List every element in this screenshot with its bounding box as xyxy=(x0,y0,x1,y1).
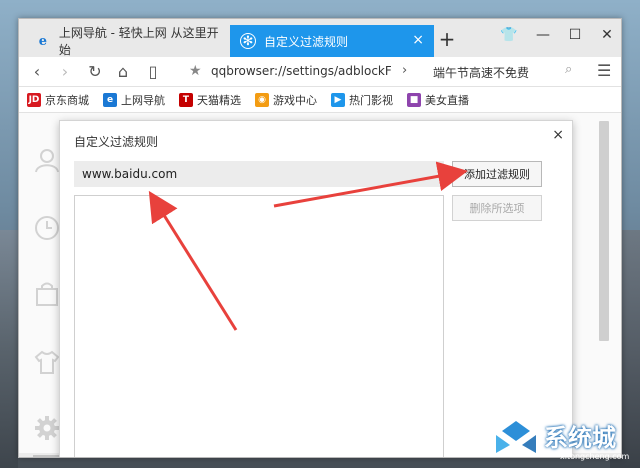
tab-label: 自定义过滤规则 xyxy=(264,34,349,49)
bookmark-item[interactable]: ■ 美女直播 xyxy=(407,92,469,108)
user-icon[interactable] xyxy=(33,147,61,175)
bookmark-label: 天猫精选 xyxy=(197,93,241,107)
bookmark-label: 京东商城 xyxy=(45,93,89,107)
bookmark-favicon-icon: e xyxy=(103,92,117,107)
bookmark-item[interactable]: JD 京东商城 xyxy=(27,92,89,108)
bookmark-favicon-icon: ■ xyxy=(407,92,421,107)
bookmark-item[interactable]: e 上网导航 xyxy=(103,92,165,108)
bookmark-label: 游戏中心 xyxy=(273,93,317,107)
address-bar: ‹ › ↻ ⌂ ▯ ★ qqbrowser://settings/adblock… xyxy=(19,57,621,87)
go-arrow-icon[interactable]: › xyxy=(402,63,407,78)
maximize-button[interactable]: ☐ xyxy=(565,27,585,43)
search-icon[interactable]: ⌕ xyxy=(565,62,572,77)
delete-selected-button[interactable]: 删除所选项 xyxy=(452,195,542,221)
skin-shirt-icon[interactable] xyxy=(33,349,61,377)
bookmark-item[interactable]: T 天猫精选 xyxy=(179,92,241,108)
url-field[interactable]: qqbrowser://settings/adblockFilters xyxy=(211,64,391,78)
bookmark-item[interactable]: ◉ 游戏中心 xyxy=(255,92,317,108)
bookmark-favicon-icon: ◉ xyxy=(255,92,269,107)
bookmark-favicon-icon: JD xyxy=(27,92,41,107)
watermark-text: 系统城 xyxy=(544,424,616,452)
search-suggestion[interactable]: 端午节高速不免费 xyxy=(433,64,543,81)
bookmark-item[interactable]: ▶ 热门影视 xyxy=(331,92,393,108)
ie-icon: e xyxy=(38,33,48,49)
xitongcheng-logo-icon xyxy=(496,420,536,453)
bookmark-label: 美女直播 xyxy=(425,93,469,107)
reader-mode-icon[interactable]: ▯ xyxy=(143,62,163,82)
bookmark-label: 热门影视 xyxy=(349,93,393,107)
vertical-scrollbar[interactable] xyxy=(599,121,609,341)
close-window-button[interactable]: ✕ xyxy=(597,27,617,43)
bookmarks-bar: JD 京东商城 e 上网导航 T 天猫精选 ◉ 游戏中心 ▶ 热门影视 ■ 美女直播 xyxy=(19,87,621,113)
add-filter-rule-button[interactable]: 添加过滤规则 xyxy=(452,161,542,187)
tab-custom-filter-rules[interactable]: ✻ 自定义过滤规则 × xyxy=(230,25,434,57)
tab-label: 上网导航 - 轻快上网 从这里开始 xyxy=(58,26,219,57)
filter-rules-list[interactable] xyxy=(74,195,444,457)
watermark: 系统城 xyxy=(490,418,616,453)
dialog-close-icon[interactable]: × xyxy=(552,127,564,143)
browser-window: e 上网导航 - 轻快上网 从这里开始 ✻ 自定义过滤规则 × + 👕 — ☐ … xyxy=(18,18,622,458)
bookmark-favicon-icon: T xyxy=(179,92,193,107)
bookmark-label: 上网导航 xyxy=(121,93,165,107)
settings-gear-icon[interactable] xyxy=(33,415,61,443)
menu-icon[interactable]: ☰ xyxy=(597,61,611,80)
back-button[interactable]: ‹ xyxy=(27,62,47,82)
watermark-url: xitongcheng.com xyxy=(560,452,630,461)
tab-close-icon[interactable]: × xyxy=(412,33,424,47)
settings-gear-icon: ✻ xyxy=(240,33,256,49)
dialog-title: 自定义过滤规则 xyxy=(74,135,159,149)
tab-strip: e 上网导航 - 轻快上网 从这里开始 ✻ 自定义过滤规则 × + 👕 — ☐ … xyxy=(19,19,621,57)
custom-filter-rules-dialog: 自定义过滤规则 × 添加过滤规则 删除所选项 xyxy=(59,120,573,457)
tab-navigation[interactable]: e 上网导航 - 轻快上网 从这里开始 xyxy=(25,25,229,57)
new-tab-button[interactable]: + xyxy=(437,29,457,49)
history-clock-icon[interactable] xyxy=(33,215,61,243)
bookmark-star-icon[interactable]: ★ xyxy=(189,63,202,79)
bookmark-favicon-icon: ▶ xyxy=(331,92,345,107)
forward-button[interactable]: › xyxy=(55,62,75,82)
skin-icon[interactable]: 👕 xyxy=(499,27,519,43)
background-rock-left xyxy=(0,230,18,468)
filter-rule-input[interactable] xyxy=(74,161,444,187)
home-button[interactable]: ⌂ xyxy=(113,62,133,82)
shopping-bag-icon[interactable] xyxy=(33,281,61,309)
reload-button[interactable]: ↻ xyxy=(85,62,105,82)
minimize-button[interactable]: — xyxy=(533,27,553,43)
